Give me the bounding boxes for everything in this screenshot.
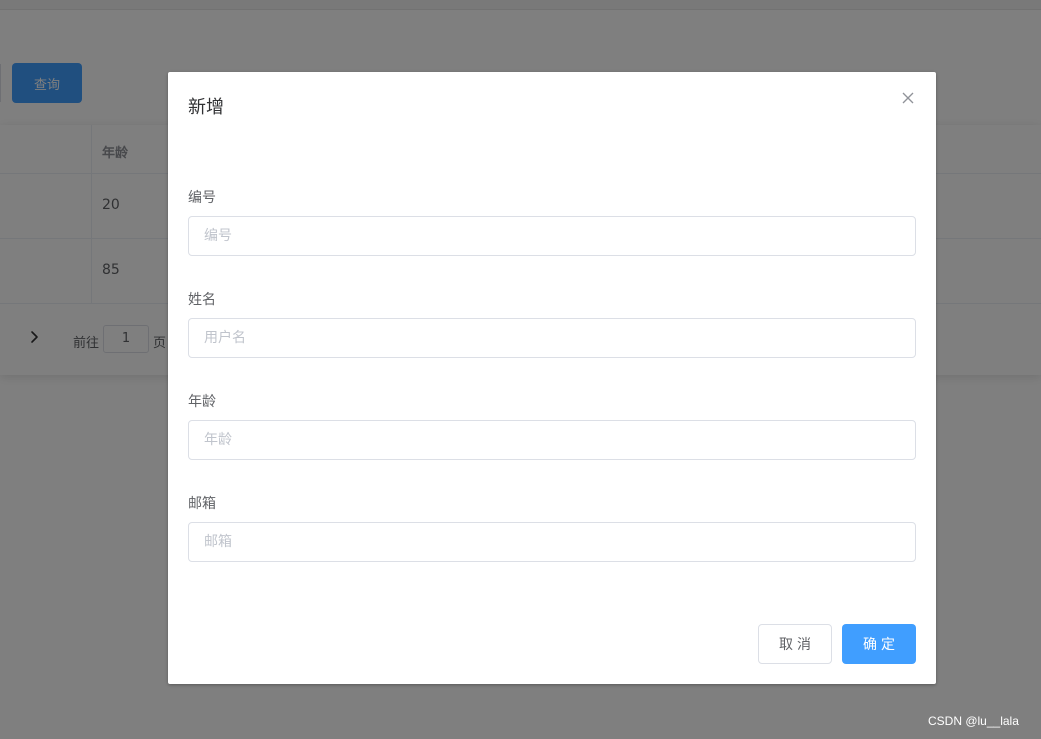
age-field-label: 年龄: [188, 394, 216, 410]
page: 查询 年龄 20 85 前往 1 页 新增 编号: [0, 0, 1041, 739]
name-field[interactable]: [188, 318, 916, 358]
name-field-label: 姓名: [188, 292, 216, 308]
age-field[interactable]: [188, 420, 916, 460]
email-field[interactable]: [188, 522, 916, 562]
watermark: CSDN @lu__lala: [928, 714, 1019, 728]
confirm-button[interactable]: 确定: [842, 624, 916, 664]
id-field-label: 编号: [188, 190, 216, 206]
close-icon[interactable]: [900, 90, 916, 106]
id-field[interactable]: [188, 216, 916, 256]
email-field-label: 邮箱: [188, 496, 216, 512]
add-dialog: 新增 编号 姓名 年龄 邮箱 取消 确定: [168, 72, 936, 684]
dialog-title: 新增: [188, 97, 224, 118]
cancel-button[interactable]: 取消: [758, 624, 832, 664]
